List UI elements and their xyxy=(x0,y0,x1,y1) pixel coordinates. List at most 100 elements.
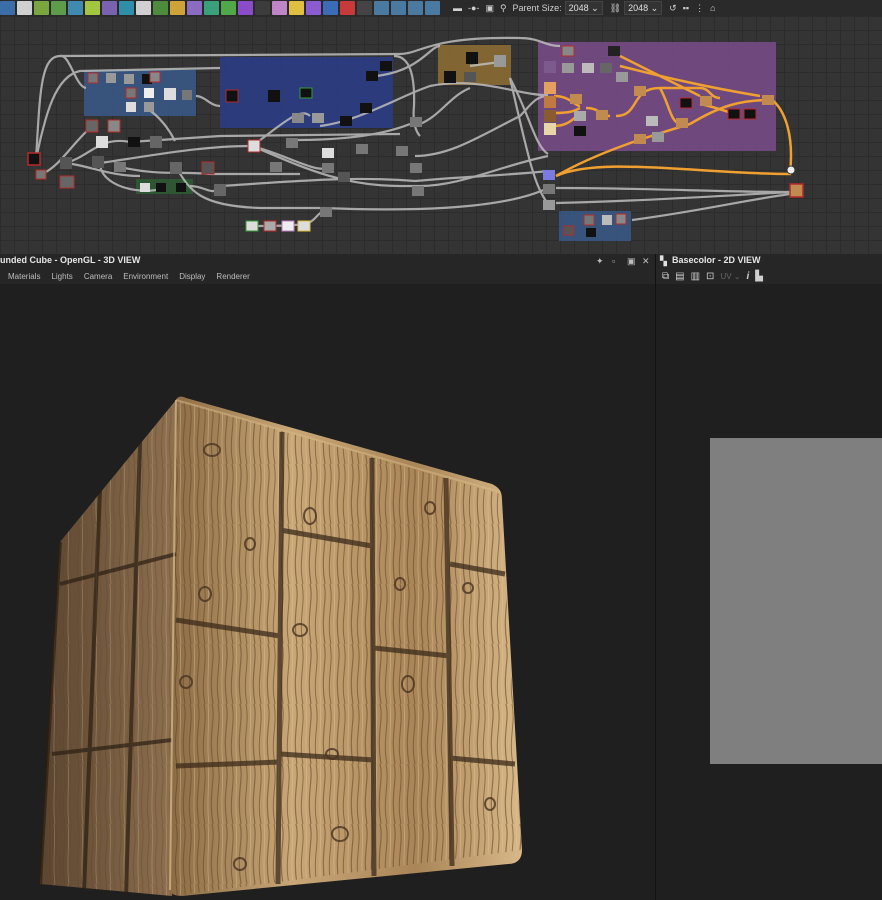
height-select[interactable]: 2048 ⌄ xyxy=(624,1,663,15)
graph-node[interactable] xyxy=(380,61,392,71)
graph-node[interactable] xyxy=(85,119,99,133)
graph-node[interactable] xyxy=(96,136,108,148)
tool-icon[interactable] xyxy=(136,1,151,15)
tool-icon[interactable] xyxy=(102,1,117,15)
tool-icon[interactable] xyxy=(153,1,168,15)
graph-node[interactable] xyxy=(608,46,620,56)
menu-renderer[interactable]: Renderer xyxy=(216,272,249,281)
save-icon[interactable]: ▤ xyxy=(675,271,684,282)
graph-node[interactable] xyxy=(106,73,116,83)
graph-node[interactable] xyxy=(114,162,126,172)
graph-node[interactable] xyxy=(494,55,506,67)
graph-node[interactable] xyxy=(247,139,261,153)
graph-node[interactable] xyxy=(170,162,182,174)
graph-node[interactable] xyxy=(563,225,575,236)
graph-node[interactable] xyxy=(596,110,608,120)
paste-icon[interactable]: ▥ xyxy=(691,271,700,282)
graph-node[interactable] xyxy=(586,228,596,237)
tool-icon[interactable] xyxy=(408,1,423,15)
graph-node[interactable] xyxy=(35,169,47,180)
graph-node[interactable] xyxy=(164,88,176,100)
copy-icon[interactable]: ⧉ xyxy=(662,271,669,282)
graph-node[interactable] xyxy=(544,61,556,73)
tool-icon[interactable] xyxy=(255,1,270,15)
graph-node[interactable] xyxy=(464,72,476,82)
uv-toggle[interactable]: UV ⌄ xyxy=(720,272,740,281)
menu-camera[interactable]: Camera xyxy=(84,272,112,281)
graph-node[interactable] xyxy=(201,161,215,175)
graph-node[interactable] xyxy=(125,87,137,99)
graph-node[interactable] xyxy=(128,137,140,147)
tool-icon[interactable] xyxy=(0,1,15,15)
menu-lights[interactable]: Lights xyxy=(51,272,72,281)
graph-node[interactable] xyxy=(444,71,456,83)
maximize-icon[interactable]: ▣ xyxy=(627,256,636,267)
tool-icon[interactable] xyxy=(17,1,32,15)
graph-node[interactable] xyxy=(225,89,239,103)
graph-node[interactable] xyxy=(634,86,646,96)
histogram-icon[interactable]: ▙ xyxy=(755,271,763,282)
tool-icon[interactable] xyxy=(340,1,355,15)
graph-node[interactable] xyxy=(616,72,628,82)
graph-node[interactable] xyxy=(144,88,154,98)
graph-node[interactable] xyxy=(743,108,757,120)
graph-node[interactable] xyxy=(615,213,627,225)
graph-node[interactable] xyxy=(676,118,688,128)
graph-frame[interactable] xyxy=(84,70,196,116)
graph-node[interactable] xyxy=(561,45,575,57)
comment-icon[interactable]: ▬ xyxy=(453,3,462,13)
graph-node[interactable] xyxy=(176,183,186,192)
graph-node[interactable] xyxy=(140,183,150,192)
close-icon[interactable]: ✕ xyxy=(642,256,650,267)
graph-node[interactable] xyxy=(107,119,121,133)
tool-icon[interactable] xyxy=(425,1,440,15)
tool-icon[interactable] xyxy=(204,1,219,15)
graph-node[interactable] xyxy=(320,207,332,217)
tool-icon[interactable] xyxy=(272,1,287,15)
graph-node[interactable] xyxy=(156,183,166,192)
tool-icon[interactable] xyxy=(221,1,236,15)
graph-node[interactable] xyxy=(727,108,741,120)
graph-node[interactable] xyxy=(59,175,75,189)
node-graph[interactable] xyxy=(0,16,882,254)
tool-icon[interactable] xyxy=(51,1,66,15)
graph-node[interactable] xyxy=(602,215,612,225)
graph-node[interactable] xyxy=(299,87,313,99)
graph-node[interactable] xyxy=(322,163,334,173)
view2d-viewport[interactable] xyxy=(656,284,882,900)
layout-icon[interactable]: ⌂ xyxy=(710,3,715,13)
graph-node[interactable] xyxy=(543,170,555,180)
tool-icon[interactable] xyxy=(357,1,372,15)
graph-node[interactable] xyxy=(410,117,422,127)
graph-node[interactable] xyxy=(338,172,350,182)
link-icon[interactable]: -●- xyxy=(468,3,479,13)
tool-icon[interactable] xyxy=(323,1,338,15)
menu-materials[interactable]: Materials xyxy=(8,272,40,281)
align-icon[interactable]: ▪▪ xyxy=(683,3,689,13)
pin-icon[interactable]: ✦ xyxy=(596,256,604,267)
graph-node[interactable] xyxy=(60,157,72,169)
graph-node[interactable] xyxy=(396,146,408,156)
lock-ratio-icon[interactable]: ⛓ xyxy=(610,3,621,14)
restore-icon[interactable]: ▫ xyxy=(612,256,615,266)
graph-node[interactable] xyxy=(466,52,478,64)
tool-icon[interactable] xyxy=(119,1,134,15)
graph-node[interactable] xyxy=(574,111,586,121)
graph-node[interactable] xyxy=(263,220,277,232)
graph-node[interactable] xyxy=(544,82,556,94)
graph-node[interactable] xyxy=(366,71,378,81)
tool-icon[interactable] xyxy=(170,1,185,15)
tool-icon[interactable] xyxy=(68,1,83,15)
menu-environment[interactable]: Environment xyxy=(123,272,168,281)
graph-node[interactable] xyxy=(600,63,612,73)
graph-node[interactable] xyxy=(297,220,311,232)
view3d-viewport[interactable] xyxy=(0,284,655,900)
distribute-icon[interactable]: ⋮ xyxy=(695,3,704,14)
graph-node[interactable] xyxy=(634,134,646,144)
graph-node[interactable] xyxy=(245,220,259,232)
width-select[interactable]: 2048 ⌄ xyxy=(564,1,603,15)
graph-node[interactable] xyxy=(543,184,555,194)
graph-node[interactable] xyxy=(570,94,582,104)
tool-icon[interactable] xyxy=(85,1,100,15)
tool-icon[interactable] xyxy=(187,1,202,15)
